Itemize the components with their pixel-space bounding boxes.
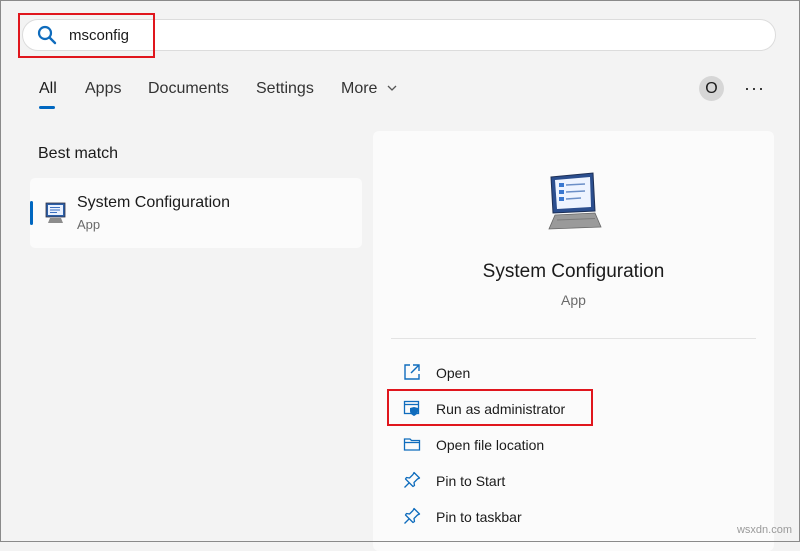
action-open[interactable]: Open <box>401 361 741 387</box>
pin-icon <box>404 507 421 524</box>
open-external-icon <box>404 364 420 380</box>
tab-documents[interactable]: Documents <box>148 80 229 98</box>
action-pin-to-start[interactable]: Pin to Start <box>401 469 741 495</box>
detail-panel: System Configuration App Open Run as adm… <box>373 131 774 551</box>
text-caret <box>153 27 154 45</box>
folder-icon <box>403 438 421 451</box>
best-match-result[interactable]: System Configuration App <box>30 178 362 248</box>
tab-all[interactable]: All <box>39 80 57 98</box>
action-label: Open <box>436 365 471 381</box>
tab-apps[interactable]: Apps <box>85 80 121 98</box>
search-input[interactable] <box>69 24 719 46</box>
best-match-heading: Best match <box>38 145 119 162</box>
action-open-file-location[interactable]: Open file location <box>401 433 741 459</box>
pin-icon <box>404 471 421 488</box>
search-icon <box>37 25 57 45</box>
account-avatar[interactable]: O <box>699 76 724 101</box>
action-pin-to-taskbar[interactable]: Pin to taskbar <box>401 505 741 531</box>
result-title: System Configuration <box>77 194 230 211</box>
action-label: Pin to taskbar <box>436 509 522 525</box>
active-tab-indicator <box>39 106 55 109</box>
tab-more[interactable]: More <box>341 80 397 98</box>
search-box[interactable] <box>22 19 776 51</box>
selection-indicator <box>30 201 33 225</box>
action-label: Pin to Start <box>436 473 506 489</box>
system-configuration-icon <box>45 202 66 223</box>
result-type: App <box>77 217 101 232</box>
watermark: wsxdn.com <box>736 524 792 536</box>
chevron-down-icon <box>387 85 397 91</box>
system-configuration-icon <box>548 172 602 230</box>
tab-settings[interactable]: Settings <box>256 80 314 98</box>
shield-admin-icon <box>403 400 420 416</box>
action-label: Open file location <box>436 437 545 453</box>
action-label: Run as administrator <box>436 401 566 417</box>
detail-title: System Configuration <box>482 261 665 282</box>
detail-type: App <box>561 292 586 308</box>
action-run-as-administrator[interactable]: Run as administrator <box>401 397 741 423</box>
more-options-icon[interactable]: ··· <box>744 78 765 99</box>
divider <box>391 338 756 339</box>
